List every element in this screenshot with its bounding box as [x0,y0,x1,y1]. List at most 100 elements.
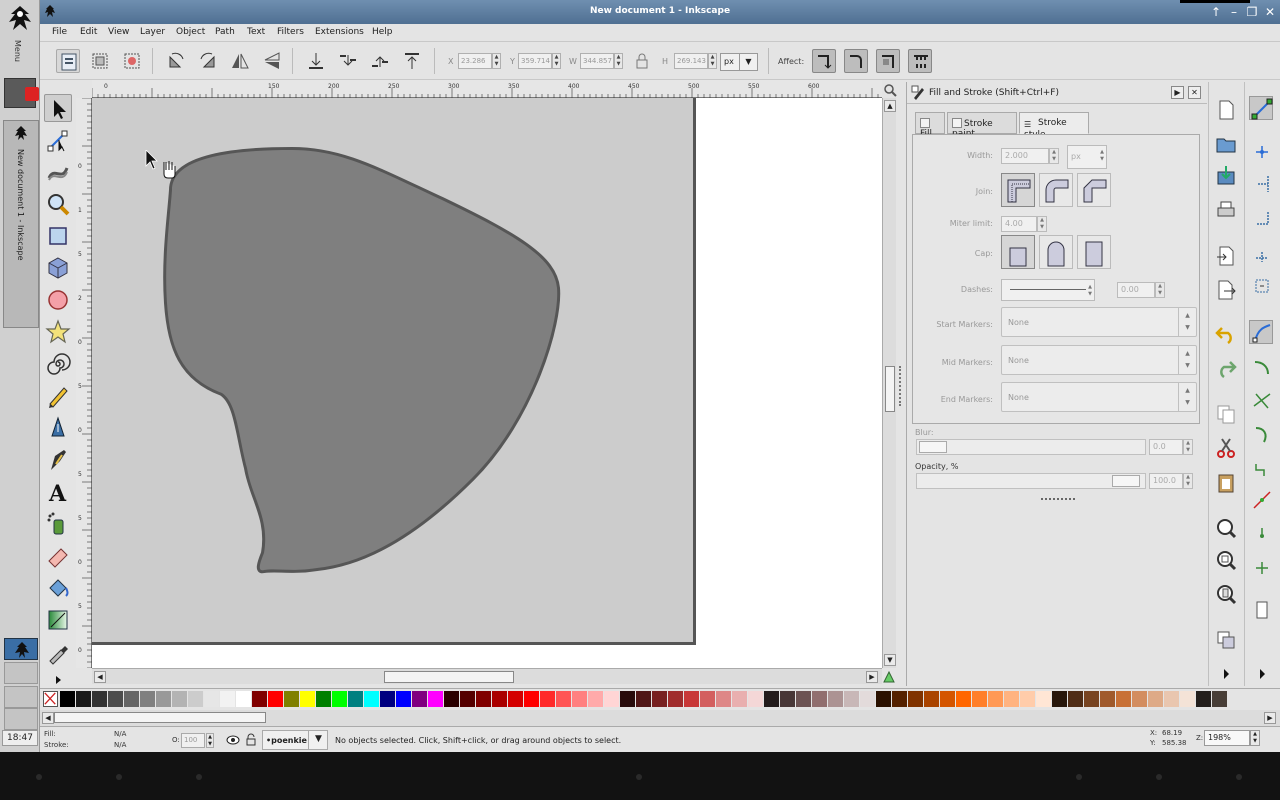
commands-more-icon[interactable] [1214,662,1238,679]
color-swatch[interactable] [716,691,731,707]
raise-to-top-icon[interactable] [400,49,424,73]
redo-icon[interactable] [1214,356,1238,380]
color-swatch[interactable] [76,691,91,707]
text-tool-icon[interactable]: A [44,478,72,507]
color-swatch[interactable] [1132,691,1147,707]
snap-intersections-icon[interactable] [1250,388,1274,412]
tab-stroke-paint[interactable]: Stroke paint [947,112,1017,139]
zoom-selection-icon[interactable] [1214,516,1238,540]
layer-visibility-icon[interactable] [226,733,240,747]
layer-lock-icon[interactable] [244,733,258,747]
palette-scroll-thumb[interactable] [54,712,266,723]
fill-status-value[interactable]: N/A [114,730,126,738]
paint-bucket-tool-icon[interactable] [44,574,72,602]
task-slot[interactable] [4,662,38,684]
inkscape-task-button[interactable] [4,638,38,660]
color-swatch[interactable] [828,691,843,707]
scale-corners-icon[interactable] [844,49,868,73]
zoom-corner-icon[interactable] [882,82,898,98]
copy-icon[interactable] [1214,402,1238,426]
dropper-tool-icon[interactable] [44,638,72,666]
color-swatch[interactable] [236,691,251,707]
unit-select[interactable]: px ▼ [720,53,758,71]
snap-page-border-icon[interactable] [1250,598,1274,622]
color-swatch[interactable] [764,691,779,707]
color-swatch[interactable] [604,691,619,707]
width-field[interactable]: 2.000 ▲ ▼ [1001,148,1059,164]
vertical-ruler[interactable]: 0 1 5 2 0 5 0 5 5 0 5 0 [76,98,92,668]
palette-scroll-right-icon[interactable]: ▶ [1264,712,1276,724]
opacity-slider[interactable] [916,473,1146,489]
square-cap-icon[interactable] [1077,235,1111,269]
color-swatch[interactable] [108,691,123,707]
snap-bbox-midpoint-icon[interactable] [1250,240,1274,264]
inkscape-logo-icon[interactable] [5,4,35,34]
lock-icon[interactable] [630,49,650,73]
color-swatch[interactable] [60,691,75,707]
export-icon[interactable] [1214,278,1238,302]
color-swatch[interactable] [1084,691,1099,707]
color-swatch[interactable] [492,691,507,707]
app-thumbnail[interactable] [4,78,39,108]
color-swatch[interactable] [620,691,635,707]
miter-join-icon[interactable] [1001,173,1035,207]
blob-shape[interactable] [92,98,882,668]
color-swatch[interactable] [524,691,539,707]
tab-stroke-style[interactable]: ☰Stroke style [1019,112,1089,140]
color-swatch[interactable] [1180,691,1195,707]
y-field[interactable]: 359.714 ▲ ▼ [518,53,561,69]
color-swatch[interactable] [204,691,219,707]
color-swatch[interactable] [1020,691,1035,707]
horizontal-ruler[interactable]: 0 150 200 250 300 350 400 450 500 550 600 [92,80,882,98]
scale-stroke-icon[interactable] [812,49,836,73]
menu-help[interactable]: Help [372,27,393,37]
scroll-left-icon[interactable]: ◀ [94,671,106,683]
scroll-up-icon[interactable]: ▲ [884,100,896,112]
color-swatch[interactable] [908,691,923,707]
color-swatch[interactable] [668,691,683,707]
spin-arrows-icon[interactable]: ▲ ▼ [1250,730,1260,746]
opacity-slider-knob[interactable] [1112,475,1140,487]
menu-path[interactable]: Path [215,27,235,37]
menu-edit[interactable]: Edit [80,27,97,37]
task-slot[interactable] [4,686,38,708]
select-all-icon[interactable] [56,49,80,73]
color-swatch[interactable] [636,691,651,707]
dash-offset-field[interactable]: 0.00 ▲ ▼ [1117,282,1165,298]
width-unit-select[interactable]: px ▲ ▼ [1067,145,1107,169]
color-swatch[interactable] [940,691,955,707]
menu-view[interactable]: View [108,27,129,37]
color-swatch[interactable] [780,691,795,707]
flip-horizontal-icon[interactable] [228,49,252,73]
snap-bbox-edge-icon[interactable] [1250,172,1274,196]
menu-layer[interactable]: Layer [140,27,165,37]
color-swatch[interactable] [1196,691,1211,707]
snap-more-icon[interactable] [1250,662,1274,679]
blur-field[interactable]: 0.0 ▲ ▼ [1149,439,1193,455]
eraser-tool-icon[interactable] [44,542,72,570]
toolbox-more-icon[interactable] [44,666,72,684]
enable-snapping-icon[interactable] [1249,96,1273,120]
cut-icon[interactable] [1214,436,1238,460]
3d-box-tool-icon[interactable] [44,254,72,282]
lower-to-bottom-icon[interactable] [304,49,328,73]
spin-arrows-icon[interactable]: ▲ ▼ [614,53,623,69]
spin-arrows-icon[interactable]: ▲ ▼ [1155,282,1165,298]
color-swatch[interactable] [476,691,491,707]
color-swatch[interactable] [988,691,1003,707]
color-swatch[interactable] [1052,691,1067,707]
color-swatch[interactable] [188,691,203,707]
zoom-tool-icon[interactable] [44,190,72,218]
color-swatch[interactable] [508,691,523,707]
vertical-scrollbar[interactable]: ▲ ▼ [882,98,896,668]
color-swatch[interactable] [684,691,699,707]
color-swatch[interactable] [860,691,875,707]
zoom-page-icon[interactable] [1214,582,1238,606]
w-field[interactable]: 344.857 ▲ ▼ [580,53,623,69]
transform-patterns-icon[interactable] [908,49,932,73]
color-swatch[interactable] [172,691,187,707]
task-slot[interactable] [4,708,38,730]
chevron-down-icon[interactable]: ▼ [308,730,328,750]
color-swatch[interactable] [748,691,763,707]
import-icon[interactable] [1214,244,1238,268]
